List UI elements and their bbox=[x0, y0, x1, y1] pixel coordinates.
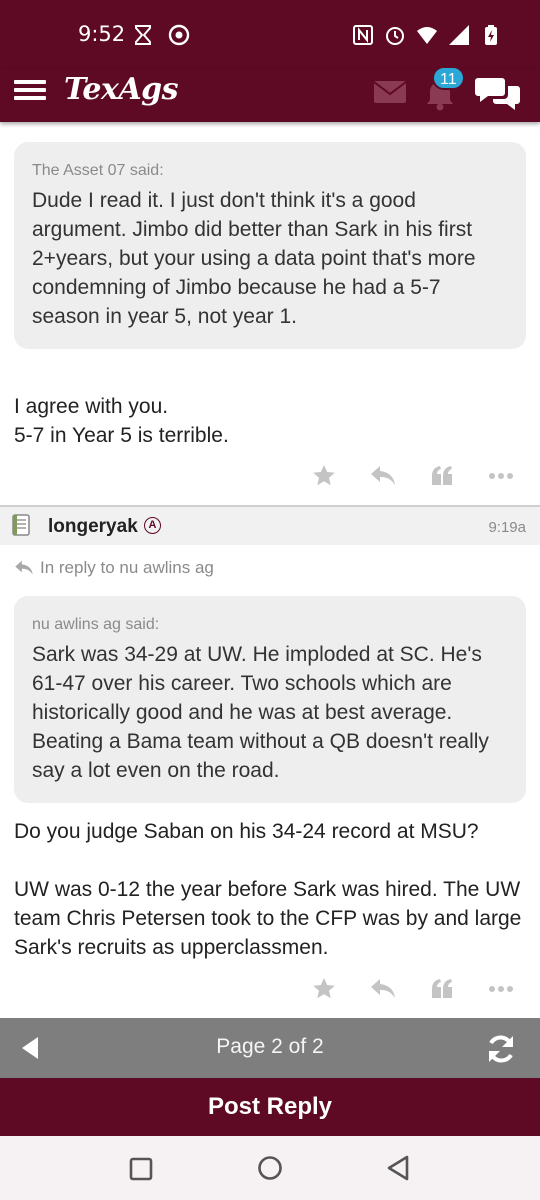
star-icon[interactable] bbox=[312, 977, 336, 1001]
quote-icon[interactable] bbox=[430, 465, 454, 487]
page-indicator[interactable]: Page 2 of 2 bbox=[0, 1035, 540, 1059]
hamburger-menu-icon[interactable] bbox=[14, 76, 48, 106]
quote-text: Dude I read it. I just don't think it's … bbox=[32, 189, 476, 328]
author-name[interactable]: longeryak bbox=[48, 516, 138, 538]
more-icon[interactable] bbox=[488, 472, 514, 480]
author-profile-icon[interactable] bbox=[12, 514, 32, 536]
post-header: longeryak A 9:19a bbox=[0, 505, 540, 545]
mail-icon[interactable] bbox=[373, 80, 407, 104]
reply-arrow-icon bbox=[15, 560, 33, 575]
post-actions bbox=[312, 464, 514, 488]
hourglass-icon bbox=[135, 25, 151, 45]
post-body-line: I agree with you. bbox=[14, 395, 169, 418]
post-time: 9:19a bbox=[488, 519, 526, 536]
wifi-icon bbox=[417, 27, 437, 44]
notification-badge[interactable]: 11 bbox=[432, 66, 465, 90]
quote-author: The Asset 07 said: bbox=[32, 162, 164, 179]
status-bar: 9:52 bbox=[0, 0, 540, 70]
alarm-icon bbox=[386, 27, 404, 45]
home-icon[interactable] bbox=[257, 1155, 283, 1181]
signal-icon bbox=[449, 25, 469, 45]
pagination-bar: Page 2 of 2 bbox=[0, 1018, 540, 1078]
refresh-icon[interactable] bbox=[484, 1033, 518, 1065]
reply-icon[interactable] bbox=[370, 465, 396, 487]
chrome-icon bbox=[168, 24, 190, 46]
messages-icon[interactable] bbox=[474, 74, 522, 114]
star-icon[interactable] bbox=[312, 464, 336, 488]
in-reply-to-text[interactable]: In reply to nu awlins ag bbox=[40, 558, 214, 578]
more-icon[interactable] bbox=[488, 985, 514, 993]
in-reply-to-link[interactable]: In reply to nu awlins ag bbox=[14, 558, 214, 578]
post-body: Do you judge Saban on his 34-24 record a… bbox=[14, 817, 530, 962]
rank-badge: A bbox=[144, 517, 161, 534]
texags-logo[interactable]: TexAgs bbox=[64, 72, 179, 107]
quote-author: nu awlins ag said: bbox=[32, 616, 160, 633]
quote-box: The Asset 07 said: Dude I read it. I jus… bbox=[14, 142, 526, 349]
app-bar: TexAgs 11 bbox=[0, 66, 540, 122]
recents-icon[interactable] bbox=[129, 1157, 153, 1181]
post-body-line: 5-7 in Year 5 is terrible. bbox=[14, 424, 229, 447]
battery-icon bbox=[485, 25, 497, 45]
system-nav-bar bbox=[0, 1136, 540, 1200]
quote-icon[interactable] bbox=[430, 978, 454, 1000]
post-body: I agree with you. 5-7 in Year 5 is terri… bbox=[14, 392, 530, 450]
post-actions bbox=[312, 977, 514, 1001]
quote-box: nu awlins ag said: Sark was 34-29 at UW.… bbox=[14, 596, 526, 803]
back-icon[interactable] bbox=[386, 1155, 410, 1181]
nfc-icon bbox=[353, 25, 373, 45]
reply-icon[interactable] bbox=[370, 978, 396, 1000]
post-reply-button[interactable]: Post Reply bbox=[0, 1078, 540, 1136]
thread-content[interactable]: The Asset 07 said: Dude I read it. I jus… bbox=[0, 122, 540, 1018]
quote-text: Sark was 34-29 at UW. He imploded at SC.… bbox=[32, 643, 489, 782]
post-body-paragraph: Do you judge Saban on his 34-24 record a… bbox=[14, 820, 479, 843]
post-body-paragraph: UW was 0-12 the year before Sark was hir… bbox=[14, 878, 522, 959]
status-time: 9:52 bbox=[78, 22, 126, 46]
